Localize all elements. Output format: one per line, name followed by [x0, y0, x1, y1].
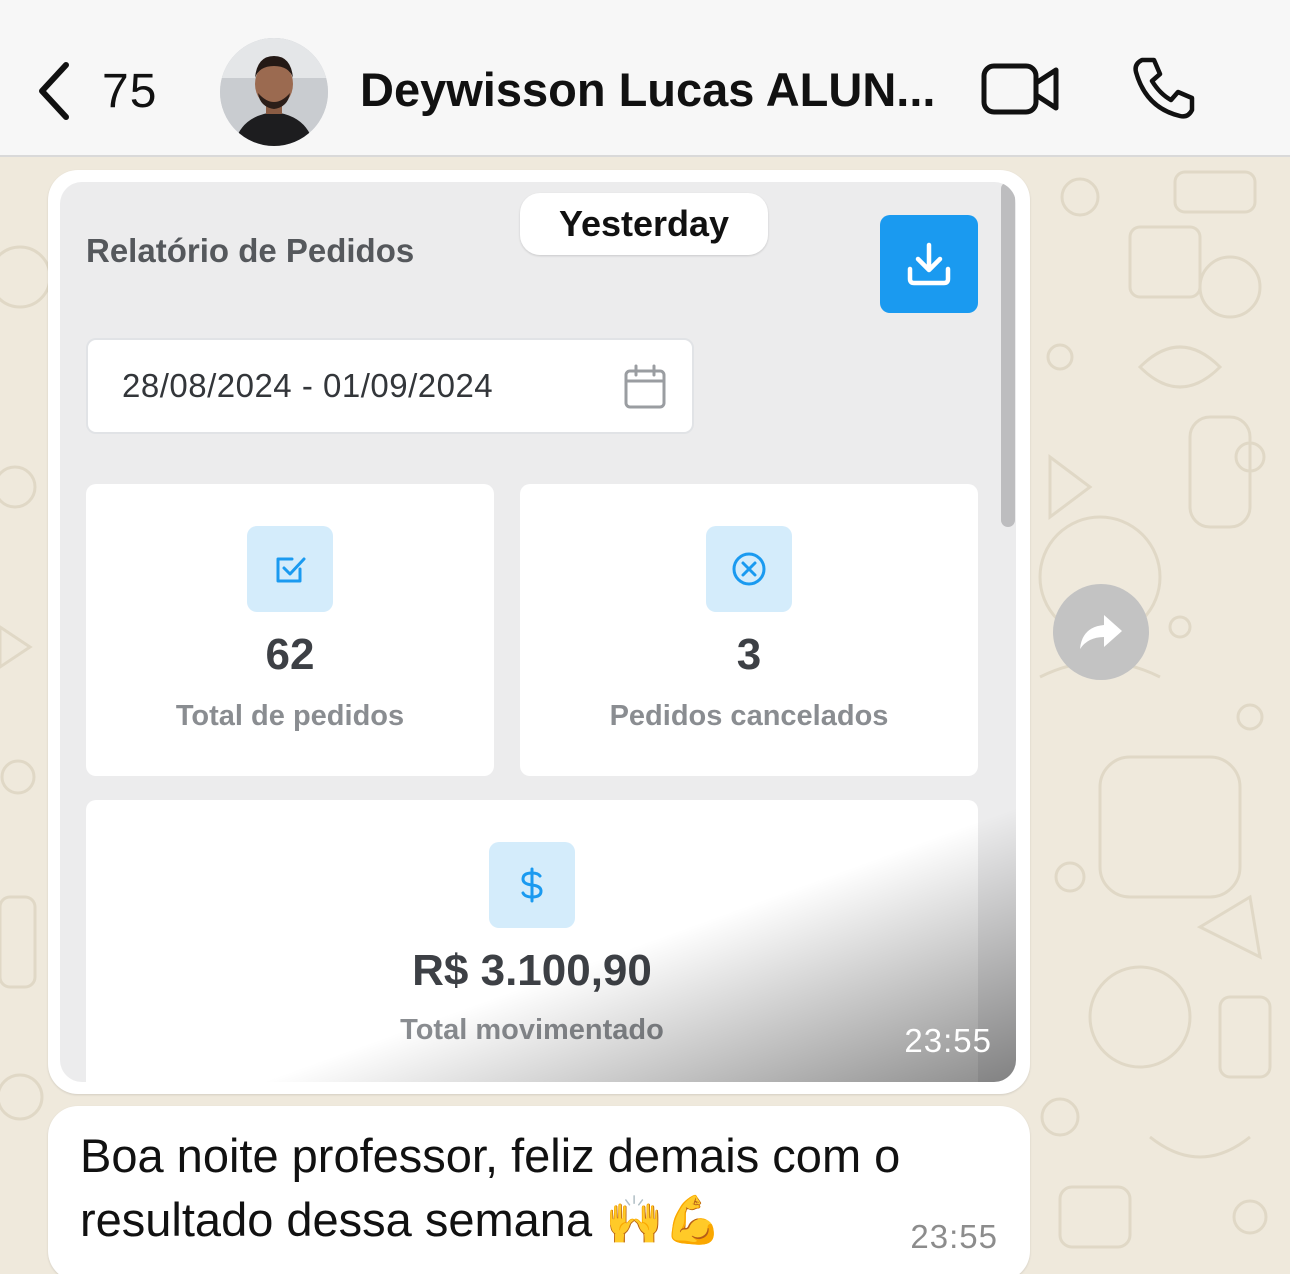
back-button[interactable]: 75	[34, 58, 174, 124]
report-scrollbar[interactable]	[1001, 182, 1015, 527]
text-message-bubble[interactable]: Boa noite professor, feliz demais com o …	[48, 1106, 1030, 1274]
date-range-value: 28/08/2024 - 01/09/2024	[122, 367, 494, 404]
forward-button[interactable]	[1053, 584, 1149, 680]
contact-avatar[interactable]	[220, 38, 328, 146]
total-amount-label: Total movimentado	[400, 1014, 664, 1046]
voice-call-button[interactable]	[1130, 54, 1198, 122]
date-range-input[interactable]: 28/08/2024 - 01/09/2024	[86, 338, 694, 434]
cancelled-orders-label: Pedidos cancelados	[609, 700, 889, 732]
report-title: Relatório de Pedidos	[86, 232, 415, 269]
contact-name[interactable]: Deywisson Lucas ALUN...	[360, 62, 950, 117]
avatar-photo	[220, 38, 328, 146]
stat-card-cancelled-orders: 3 Pedidos cancelados	[520, 484, 978, 776]
text-message-body: Boa noite professor, feliz demais com o …	[80, 1124, 1000, 1253]
cancelled-orders-value: 3	[736, 630, 762, 679]
image-message-bubble[interactable]: Relatório de Pedidos 28/08/2024 - 01/09/…	[48, 170, 1030, 1094]
phone-icon	[1133, 57, 1195, 119]
download-button[interactable]	[880, 215, 978, 313]
text-message-emojis: 🙌💪	[605, 1193, 723, 1248]
total-orders-value: 62	[265, 630, 315, 679]
dollar-icon	[489, 842, 575, 928]
date-separator-chip: Yesterday	[520, 193, 768, 255]
report-screenshot-image[interactable]: Relatório de Pedidos 28/08/2024 - 01/09/…	[60, 182, 1016, 1082]
stat-card-total-orders: 62 Total de pedidos	[86, 484, 494, 776]
video-call-button[interactable]	[980, 58, 1062, 120]
x-circle-icon	[706, 526, 792, 612]
total-orders-label: Total de pedidos	[175, 700, 405, 732]
stat-card-total-amount: R$ 3.100,90 Total movimentado	[86, 800, 978, 1082]
chat-header: 75 Deywisson Lucas ALUN...	[0, 0, 1290, 157]
unread-count: 75	[102, 64, 158, 118]
video-camera-icon	[981, 63, 1059, 115]
calendar-icon	[624, 364, 666, 409]
text-message-time: 23:55	[910, 1218, 998, 1255]
image-message-time: 23:55	[904, 1022, 992, 1059]
chevron-left-icon	[39, 62, 69, 120]
text-message-content: Boa noite professor, feliz demais com o …	[80, 1129, 901, 1246]
total-amount-value: R$ 3.100,90	[412, 946, 652, 995]
check-square-icon	[247, 526, 333, 612]
forward-arrow-icon	[1080, 615, 1122, 649]
download-icon	[907, 242, 951, 286]
